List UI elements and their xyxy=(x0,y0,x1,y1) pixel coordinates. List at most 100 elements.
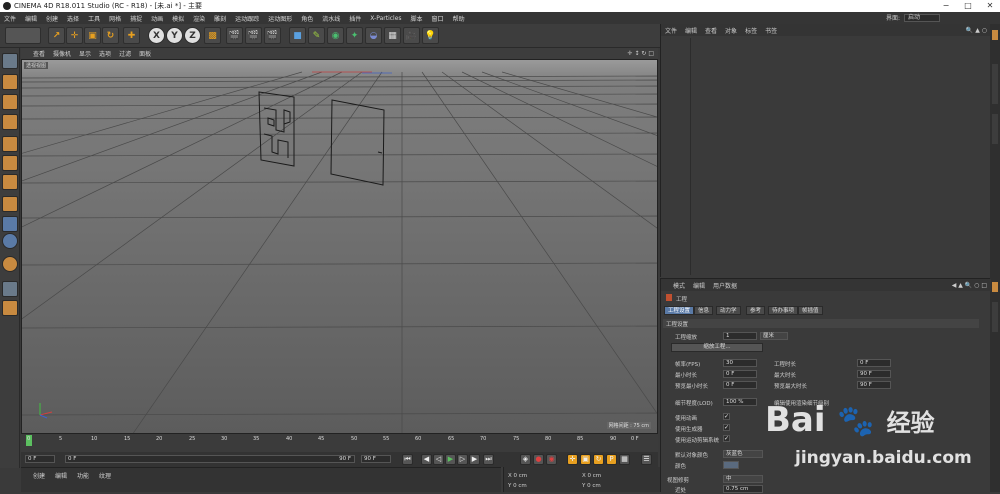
viewport-menu-panel[interactable]: 面板 xyxy=(139,49,151,58)
key-scale-icon[interactable]: ▣ xyxy=(580,454,591,465)
render-picture-viewer-icon[interactable]: 🎬 xyxy=(245,27,262,44)
cube-icon[interactable]: ■ xyxy=(289,27,306,44)
prev-frame-icon[interactable]: ◁ xyxy=(433,454,444,465)
next-key-icon[interactable]: ▶ xyxy=(469,454,480,465)
menu-motion-tracking[interactable]: 运动跟踪 xyxy=(235,14,259,23)
menu-create[interactable]: 创建 xyxy=(46,14,58,23)
snap-icon[interactable] xyxy=(2,233,18,249)
points-mode-icon[interactable] xyxy=(2,136,18,152)
duration-field[interactable]: 0 F xyxy=(857,359,891,367)
layout-dropdown[interactable]: 启动 xyxy=(904,13,940,22)
deformer-icon[interactable]: ◒ xyxy=(365,27,382,44)
preview-min-field[interactable]: 0 F xyxy=(723,381,757,389)
tab-reference[interactable]: 参考 xyxy=(746,306,766,315)
menu-tools[interactable]: 工具 xyxy=(88,14,100,23)
texture-mode-icon[interactable] xyxy=(2,94,18,110)
viewport-menu-options[interactable]: 选项 xyxy=(99,49,111,58)
coordinate-system-icon[interactable]: ▩ xyxy=(204,27,221,44)
z-axis-lock-button[interactable]: Z xyxy=(184,27,201,44)
color-swatch[interactable] xyxy=(723,461,739,469)
viewport-menu-display[interactable]: 显示 xyxy=(79,49,91,58)
move-tool-icon[interactable]: ✛ xyxy=(66,27,83,44)
tab-info[interactable]: 信息 xyxy=(694,306,714,315)
menu-pipeline[interactable]: 流水线 xyxy=(322,14,340,23)
workplane-grid-icon[interactable] xyxy=(2,281,18,297)
viewport-menu-view[interactable]: 查看 xyxy=(33,49,45,58)
max-time-field[interactable]: 90 F xyxy=(857,370,891,378)
maximize-button[interactable]: □ xyxy=(958,0,978,12)
goto-end-icon[interactable]: ⏭ xyxy=(483,454,494,465)
tab-todo[interactable]: 待办事项 xyxy=(768,306,799,315)
menu-window[interactable]: 窗口 xyxy=(432,14,444,23)
render-settings-icon[interactable]: 🎬 xyxy=(264,27,281,44)
next-frame-icon[interactable]: ▷ xyxy=(457,454,468,465)
pen-spline-icon[interactable]: ✎ xyxy=(308,27,325,44)
lod-field[interactable]: 100 % xyxy=(723,398,757,406)
preview-max-field[interactable]: 90 F xyxy=(857,381,891,389)
minimize-button[interactable]: − xyxy=(936,0,956,12)
scale-unit-dropdown[interactable]: 厘米 xyxy=(760,332,788,340)
menu-mograph[interactable]: 运动图形 xyxy=(268,14,292,23)
light-icon[interactable]: 💡 xyxy=(422,27,439,44)
viewport-menu-filter[interactable]: 过滤 xyxy=(119,49,131,58)
menu-sculpt[interactable]: 雕刻 xyxy=(214,14,226,23)
menu-character[interactable]: 角色 xyxy=(301,14,313,23)
material-menu-texture[interactable]: 纹理 xyxy=(99,471,111,480)
current-frame-field[interactable]: 0 F xyxy=(25,455,55,463)
material-menu-edit[interactable]: 编辑 xyxy=(55,471,67,480)
render-view-icon[interactable]: 🎬 xyxy=(226,27,243,44)
default-color-dropdown[interactable]: 灰蓝色 xyxy=(723,450,763,458)
axis-mode-icon[interactable] xyxy=(2,196,18,212)
menu-animate[interactable]: 动画 xyxy=(151,14,163,23)
model-mode-icon[interactable] xyxy=(2,74,18,90)
menu-render[interactable]: 渲染 xyxy=(193,14,205,23)
timeline-menu-icon[interactable]: ☰ xyxy=(641,454,652,465)
objects-tab-icon[interactable] xyxy=(992,30,998,40)
menu-script[interactable]: 脚本 xyxy=(411,14,423,23)
scale-tool-icon[interactable]: ▣ xyxy=(84,27,101,44)
fps-field[interactable]: 30 xyxy=(723,359,757,367)
edges-mode-icon[interactable] xyxy=(2,155,18,171)
preview-range-slider[interactable]: 0 F 90 F xyxy=(65,455,355,463)
tab-key-interpolation[interactable]: 帧插值 xyxy=(798,306,823,315)
menu-snap[interactable]: 捕捉 xyxy=(130,14,142,23)
camera-icon[interactable]: 🎥 xyxy=(403,27,420,44)
select-tool-icon[interactable]: ↗ xyxy=(48,27,65,44)
material-menu-create[interactable]: 创建 xyxy=(33,471,45,480)
cloner-icon[interactable]: ✦ xyxy=(346,27,363,44)
om-menu-tags[interactable]: 标签 xyxy=(745,26,757,35)
om-menu-bookmarks[interactable]: 书签 xyxy=(765,26,777,35)
timeline[interactable]: 0 5 10 15 20 25 30 35 40 45 50 55 60 65 … xyxy=(21,434,658,452)
menu-x-particles[interactable]: X-Particles xyxy=(370,15,401,22)
menu-file[interactable]: 文件 xyxy=(4,14,16,23)
close-button[interactable]: ✕ xyxy=(980,0,1000,12)
om-menu-view[interactable]: 查看 xyxy=(705,26,717,35)
goto-start-icon[interactable]: ⏮ xyxy=(402,454,413,465)
om-search-icon[interactable]: 🔍 ▲ ○ xyxy=(966,27,987,34)
structure-tab[interactable] xyxy=(992,114,998,144)
om-menu-objects[interactable]: 对象 xyxy=(725,26,737,35)
end-frame-field[interactable]: 90 F xyxy=(361,455,391,463)
layout-selector[interactable]: 界面: 启动 xyxy=(886,13,940,22)
am-menu-edit[interactable]: 编辑 xyxy=(693,281,705,290)
play-icon[interactable]: ▶ xyxy=(445,454,456,465)
key-point-level-icon[interactable]: ▦ xyxy=(619,454,630,465)
menu-edit[interactable]: 编辑 xyxy=(25,14,37,23)
viewport-nav-icons[interactable]: ✛ ↕ ↻ □ xyxy=(628,50,654,57)
tweak-mode-icon[interactable] xyxy=(2,216,18,232)
om-menu-file[interactable]: 文件 xyxy=(665,26,677,35)
view-clip-dropdown[interactable]: 中 xyxy=(723,475,763,483)
keyframe-selection-icon[interactable]: ◈ xyxy=(520,454,531,465)
scale-field[interactable]: 1 xyxy=(723,332,757,340)
make-editable-icon[interactable] xyxy=(2,53,18,69)
use-generators-checkbox[interactable]: ✓ xyxy=(723,424,730,431)
rotate-tool-icon[interactable]: ↻ xyxy=(102,27,119,44)
floor-icon[interactable]: ▦ xyxy=(384,27,401,44)
menu-mesh[interactable]: 网格 xyxy=(109,14,121,23)
coord-scale-x[interactable]: X 0 cm xyxy=(582,473,601,479)
sculpt-mode-icon[interactable] xyxy=(2,300,18,316)
object-tree[interactable] xyxy=(663,38,691,275)
polygons-mode-icon[interactable] xyxy=(2,174,18,190)
key-rotation-icon[interactable]: ↻ xyxy=(593,454,604,465)
x-axis-lock-button[interactable]: X xyxy=(148,27,165,44)
